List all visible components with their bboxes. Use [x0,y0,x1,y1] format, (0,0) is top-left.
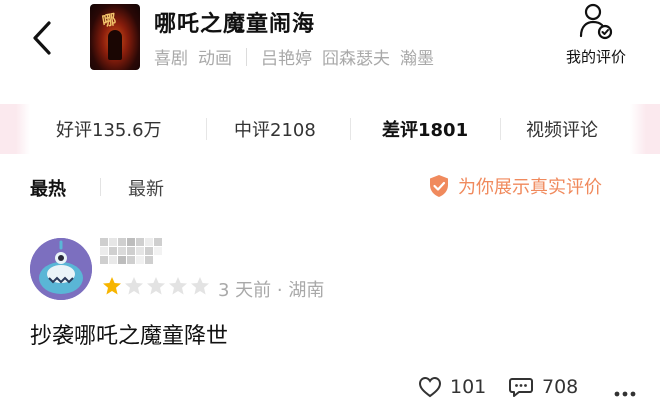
monster-avatar-icon [30,238,92,300]
movie-meta: 喜剧 动画 吕艳婷 囧森瑟夫 瀚墨 [154,44,444,69]
tab-negative[interactable]: 差评1801 [382,116,468,142]
sort-hot[interactable]: 最热 [30,175,66,201]
tab-neutral[interactable]: 中评2108 [234,116,316,142]
user-review-icon [579,3,613,40]
star-empty-icon [191,277,209,295]
tab-video-reviews[interactable]: 视频评论 [526,116,598,142]
like-count: 101 [450,376,487,398]
meta-divider [246,47,247,66]
cast-member: 瀚墨 [400,49,434,69]
tab-divider [206,118,207,140]
sort-newest[interactable]: 最新 [128,175,164,201]
genre-tag: 动画 [198,49,232,69]
review-text[interactable]: 抄袭哪吒之魔童降世 [30,318,228,350]
rating-stars [102,276,212,296]
tab-divider [350,118,351,140]
comment-button[interactable]: 708 [508,376,578,398]
sort-divider [100,178,101,196]
rating-filter-bar: 好评135.6万 中评2108 差评1801 视频评论 [0,104,660,154]
my-review-label: 我的评价 [565,48,626,66]
like-button[interactable]: 101 [418,376,486,398]
tab-divider [500,118,501,140]
my-review-button[interactable]: 我的评价 [556,2,636,72]
poster-figure [108,30,122,60]
star-filled-icon [103,277,121,295]
more-options-button[interactable] [614,382,636,401]
poster-logo: 哪 [100,11,118,31]
star-empty-icon [169,277,187,295]
genre-tag: 喜剧 [154,49,188,69]
movie-header: 哪 哪吒之魔童闹海 喜剧 动画 吕艳婷 囧森瑟夫 瀚墨 我的评价 [0,0,660,84]
avatar[interactable] [30,238,92,300]
verified-reviews-notice[interactable]: 为你展示真实评价 [428,173,602,199]
star-empty-icon [125,277,143,295]
cast-member: 囧森瑟夫 [322,49,390,69]
username-mosaic [100,238,162,264]
review-time-location: 3 天前 · 湖南 [218,280,325,301]
comment-count: 708 [542,376,579,398]
shield-check-icon [430,175,448,197]
heart-icon [418,376,442,398]
cast-member: 吕艳婷 [261,49,312,69]
star-empty-icon [147,277,165,295]
movie-poster[interactable]: 哪 [90,4,140,70]
chevron-left-icon [33,21,51,55]
back-button[interactable] [24,16,60,60]
comment-bubble-icon [509,378,533,397]
movie-title: 哪吒之魔童闹海 [154,12,316,37]
tab-positive[interactable]: 好评135.6万 [56,116,162,142]
verified-label: 为你展示真实评价 [458,177,602,198]
more-dots-icon [614,391,636,397]
